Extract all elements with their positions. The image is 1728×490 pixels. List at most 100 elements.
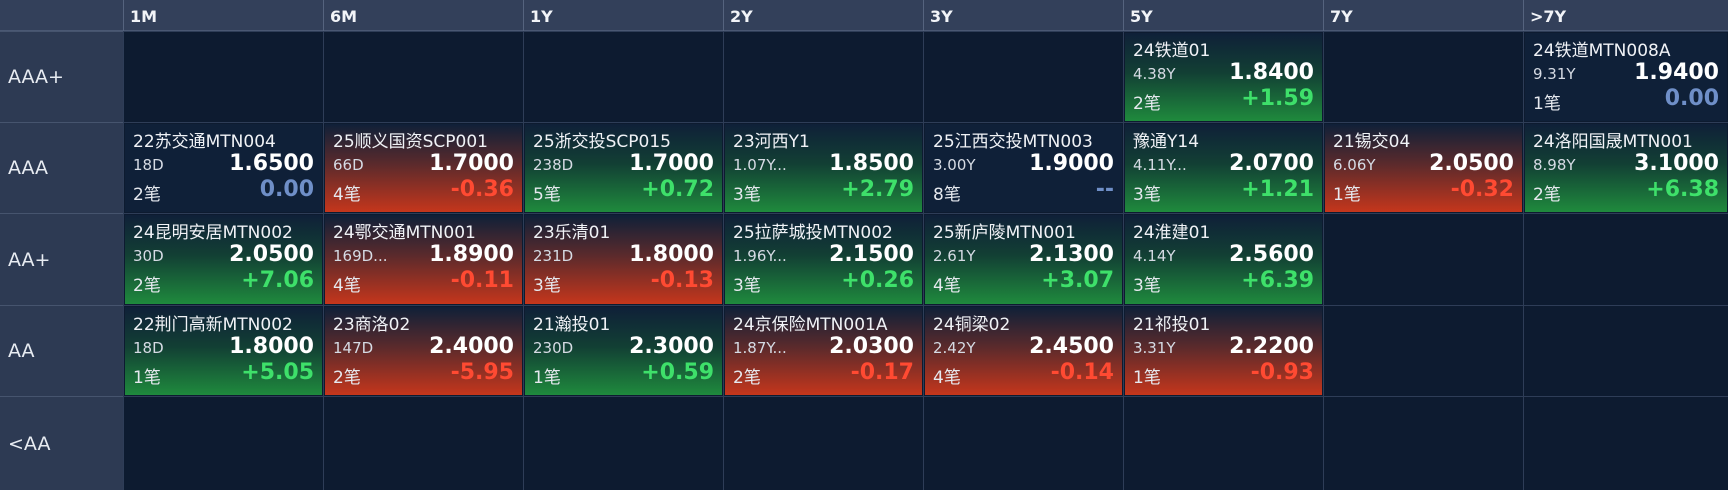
bond-yield: 2.2200 (1229, 334, 1314, 359)
bond-name: 21瀚投01 (533, 315, 611, 335)
bond-yield: 2.5600 (1229, 242, 1314, 267)
bp-change: -0.93 (1250, 360, 1314, 385)
column-header-gt7y[interactable]: >7Y (1523, 0, 1728, 31)
bond-name: 22苏交通MTN004 (133, 132, 276, 152)
bond-card[interactable]: 23商洛02 147D 2.4000 2笔 -5.95 (325, 307, 522, 395)
bp-change: +1.21 (1241, 177, 1314, 202)
trade-count: 2笔 (1133, 94, 1161, 114)
grid-cell-empty (523, 396, 723, 490)
column-header-7y[interactable]: 7Y (1323, 0, 1523, 31)
bond-card[interactable]: 21锡交04 6.06Y 2.0500 1笔 -0.32 (1325, 124, 1522, 212)
bond-name: 25新庐陵MTN001 (933, 223, 1076, 243)
column-header-row: 1M 6M 1Y 2Y 3Y 5Y 7Y >7Y (0, 0, 1728, 31)
trade-count: 1笔 (1133, 368, 1161, 388)
row-header-ltaa[interactable]: <AA (0, 396, 123, 490)
bond-card[interactable]: 25拉萨城投MTN002 1.96Y... 2.1500 3笔 +0.26 (725, 215, 922, 304)
bond-yield: 2.4000 (429, 334, 514, 359)
row-header-aa[interactable]: AA (0, 305, 123, 396)
bond-term: 4.38Y (1133, 65, 1176, 83)
bond-name: 23乐清01 (533, 223, 611, 243)
trade-count: 5笔 (533, 185, 561, 205)
bond-term: 169D... (333, 247, 388, 265)
bp-change: +3.07 (1041, 268, 1114, 293)
column-header-6m[interactable]: 6M (323, 0, 523, 31)
bond-name: 24京保险MTN001A (733, 315, 888, 335)
bond-card[interactable]: 24铁道01 4.38Y 1.8400 2笔 +1.59 (1125, 33, 1322, 121)
bond-term: 6.06Y (1333, 156, 1376, 174)
bond-name: 24铁道MTN008A (1533, 41, 1671, 61)
bond-card[interactable]: 24鄂交通MTN001 169D... 1.8900 4笔 -0.11 (325, 215, 522, 304)
bond-card[interactable]: 21瀚投01 230D 2.3000 1笔 +0.59 (525, 307, 722, 395)
bond-card[interactable]: 22苏交通MTN004 18D 1.6500 2笔 0.00 (125, 124, 322, 212)
row-header-aa-plus[interactable]: AA+ (0, 213, 123, 305)
bond-card[interactable]: 25新庐陵MTN001 2.61Y 2.1300 4笔 +3.07 (925, 215, 1122, 304)
bond-card[interactable]: 24昆明安居MTN002 30D 2.0500 2笔 +7.06 (125, 215, 322, 304)
corner-header-cell (0, 0, 123, 31)
bond-yield: 2.4500 (1029, 334, 1114, 359)
bond-term: 147D (333, 339, 374, 357)
bond-yield: 1.8500 (829, 151, 914, 176)
trade-count: 2笔 (133, 185, 161, 205)
bond-name: 22荆门高新MTN002 (133, 315, 293, 335)
bp-change: +7.06 (241, 268, 314, 293)
bond-card[interactable]: 23河西Y1 1.07Y... 1.8500 3笔 +2.79 (725, 124, 922, 212)
bond-name: 24鄂交通MTN001 (333, 223, 476, 243)
bond-card[interactable]: 24洛阳国晟MTN001 8.98Y 3.1000 2笔 +6.38 (1525, 124, 1727, 212)
bond-card[interactable]: 豫通Y14 4.11Y... 2.0700 3笔 +1.21 (1125, 124, 1322, 212)
bond-card[interactable]: 24铜梁02 2.42Y 2.4500 4笔 -0.14 (925, 307, 1122, 395)
column-header-1m[interactable]: 1M (123, 0, 323, 31)
bp-change: -0.36 (450, 177, 514, 202)
bond-term: 4.14Y (1133, 247, 1176, 265)
trade-count: 4笔 (933, 276, 961, 296)
grid-cell-empty (1523, 305, 1728, 396)
bond-term: 3.31Y (1133, 339, 1176, 357)
column-header-2y[interactable]: 2Y (723, 0, 923, 31)
bond-yield: 2.0300 (829, 334, 914, 359)
grid-cell-empty (1323, 213, 1523, 305)
bond-name: 21锡交04 (1333, 132, 1411, 152)
bond-term: 30D (133, 247, 164, 265)
grid-cell-empty (1323, 305, 1523, 396)
bp-change: -- (1095, 177, 1114, 202)
bond-yield: 2.0500 (229, 242, 314, 267)
column-header-5y[interactable]: 5Y (1123, 0, 1323, 31)
bond-card[interactable]: 24铁道MTN008A 9.31Y 1.9400 1笔 0.00 (1525, 33, 1727, 121)
bp-change: 0.00 (1664, 86, 1719, 111)
bond-card[interactable]: 21祁投01 3.31Y 2.2200 1笔 -0.93 (1125, 307, 1322, 395)
bond-card[interactable]: 24淮建01 4.14Y 2.5600 3笔 +6.39 (1125, 215, 1322, 304)
bond-term: 18D (133, 156, 164, 174)
bond-yield: 3.1000 (1634, 151, 1719, 176)
bond-yield: 2.1300 (1029, 242, 1114, 267)
bond-card[interactable]: 23乐清01 231D 1.8000 3笔 -0.13 (525, 215, 722, 304)
bond-term: 231D (533, 247, 574, 265)
grid-cell-empty (1523, 213, 1728, 305)
bond-yield: 1.8000 (229, 334, 314, 359)
bond-card[interactable]: 25浙交投SCP015 238D 1.7000 5笔 +0.72 (525, 124, 722, 212)
grid-cell-empty (123, 396, 323, 490)
bond-name: 25顺义国资SCP001 (333, 132, 488, 152)
bond-yield: 2.1500 (829, 242, 914, 267)
bond-term: 238D (533, 156, 574, 174)
bp-change: -5.95 (450, 360, 514, 385)
row-header-aaa[interactable]: AAA (0, 122, 123, 213)
bp-change: +0.59 (641, 360, 714, 385)
grid-cell-empty (723, 31, 923, 122)
row-header-aaa-plus[interactable]: AAA+ (0, 31, 123, 122)
column-header-3y[interactable]: 3Y (923, 0, 1123, 31)
trade-count: 2笔 (333, 368, 361, 388)
bond-term: 230D (533, 339, 574, 357)
bond-term: 9.31Y (1533, 65, 1576, 83)
bond-card[interactable]: 22荆门高新MTN002 18D 1.8000 1笔 +5.05 (125, 307, 322, 395)
bond-card[interactable]: 25顺义国资SCP001 66D 1.7000 4笔 -0.36 (325, 124, 522, 212)
bond-name: 23商洛02 (333, 315, 411, 335)
bond-card[interactable]: 25江西交投MTN003 3.00Y 1.9000 8笔 -- (925, 124, 1122, 212)
bond-term: 1.87Y... (733, 339, 787, 357)
bond-name: 24淮建01 (1133, 223, 1211, 243)
grid-cell-empty (923, 31, 1123, 122)
trade-count: 4笔 (933, 368, 961, 388)
bond-card[interactable]: 24京保险MTN001A 1.87Y... 2.0300 2笔 -0.17 (725, 307, 922, 395)
grid-cell-empty (923, 396, 1123, 490)
bond-yield: 1.6500 (229, 151, 314, 176)
column-header-1y[interactable]: 1Y (523, 0, 723, 31)
grid-cell-empty (1523, 396, 1728, 490)
